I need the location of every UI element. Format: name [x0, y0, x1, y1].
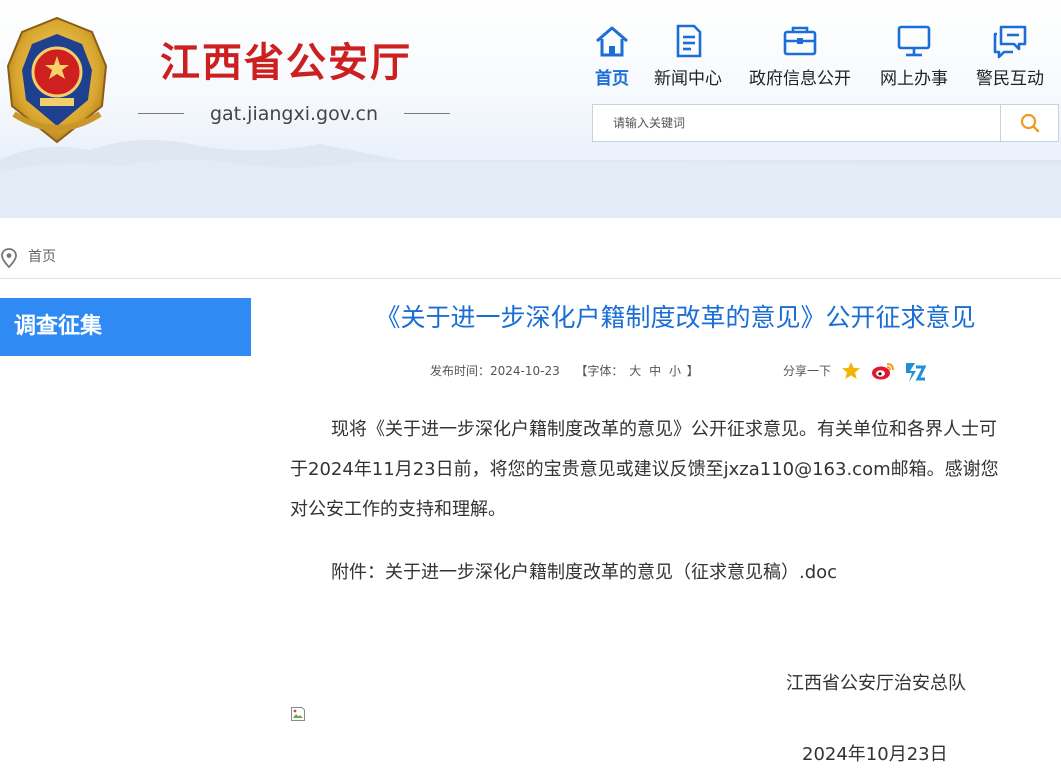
weibo-icon[interactable]	[871, 361, 895, 381]
share-label: 分享一下	[783, 364, 832, 378]
font-size-medium-button[interactable]: 中	[647, 360, 663, 382]
nav-label: 警民互动	[976, 69, 1044, 89]
site-domain: gat.jiangxi.gov.cn	[209, 103, 379, 125]
publish-date: 2024-10-23	[490, 364, 560, 378]
chat-icon	[993, 25, 1027, 59]
breadcrumb: 首页	[0, 236, 1061, 279]
nav-item-news[interactable]: 新闻中心	[648, 22, 728, 98]
publish-label: 发布时间：	[430, 364, 491, 378]
domain-divider-right	[404, 113, 450, 114]
monitor-icon	[897, 25, 931, 57]
article-body: 现将《关于进一步深化户籍制度改革的意见》公开征求意见。有关单位和各界人士可 于2…	[290, 410, 1061, 530]
paragraph-line: 于2024年11月23日前，将您的宝贵意见或建议反馈至jxza110@163.c…	[290, 459, 999, 480]
nav-item-online-service[interactable]: 网上办事	[874, 22, 954, 98]
nav-label: 网上办事	[880, 69, 948, 89]
font-size-large-button[interactable]: 大	[627, 360, 643, 382]
nav-item-gov-info[interactable]: 政府信息公开	[742, 22, 858, 98]
document-icon	[676, 24, 702, 58]
site-header: 江西省公安厅 gat.jiangxi.gov.cn 首页 新闻中心 政府信息公开…	[0, 0, 1061, 218]
folder-icon	[783, 26, 817, 56]
search-button[interactable]	[1000, 105, 1058, 141]
article-title: 《关于进一步深化户籍制度改革的意见》公开征求意见	[375, 303, 976, 332]
search-box	[592, 104, 1059, 142]
search-input[interactable]	[593, 105, 999, 141]
site-title: 江西省公安厅	[160, 40, 412, 86]
font-size-small-button[interactable]: 小	[667, 360, 683, 382]
home-icon	[596, 26, 628, 57]
site-domain-row: gat.jiangxi.gov.cn	[138, 100, 450, 128]
broken-image-icon	[291, 707, 305, 721]
qzone-icon[interactable]	[903, 361, 927, 383]
nav-item-interaction[interactable]: 警民互动	[970, 22, 1050, 98]
domain-divider-left	[138, 113, 184, 114]
nav-label: 首页	[595, 69, 629, 89]
nav-label: 政府信息公开	[749, 69, 851, 89]
search-icon	[1020, 113, 1040, 133]
attachment-link[interactable]: 附件：关于进一步深化户籍制度改革的意见（征求意见稿）.doc	[331, 555, 837, 591]
breadcrumb-home-link[interactable]: 首页	[28, 247, 56, 267]
location-pin-icon	[1, 248, 17, 269]
main-nav: 首页 新闻中心 政府信息公开 网上办事 警民互动	[580, 22, 1061, 98]
paragraph-line: 现将《关于进一步深化户籍制度改革的意见》公开征求意见。有关单位和各界人士可	[331, 419, 997, 440]
police-emblem-icon	[6, 16, 108, 144]
signature-date: 2024年10月23日	[802, 744, 948, 765]
paragraph-line: 对公安工作的支持和理解。	[290, 499, 506, 520]
font-size-label-open: 【字体：	[575, 364, 624, 378]
article-signature: 江西省公安厅治安总队	[786, 673, 966, 694]
star-icon[interactable]	[841, 361, 861, 381]
nav-item-home[interactable]: 首页	[584, 22, 640, 98]
font-size-label-close: 】	[686, 364, 699, 378]
article-meta: 发布时间：2024-10-23 【字体： 大 中 小 】	[430, 360, 699, 382]
nav-label: 新闻中心	[654, 69, 722, 89]
sidebar-section-title: 调查征集	[0, 298, 251, 356]
